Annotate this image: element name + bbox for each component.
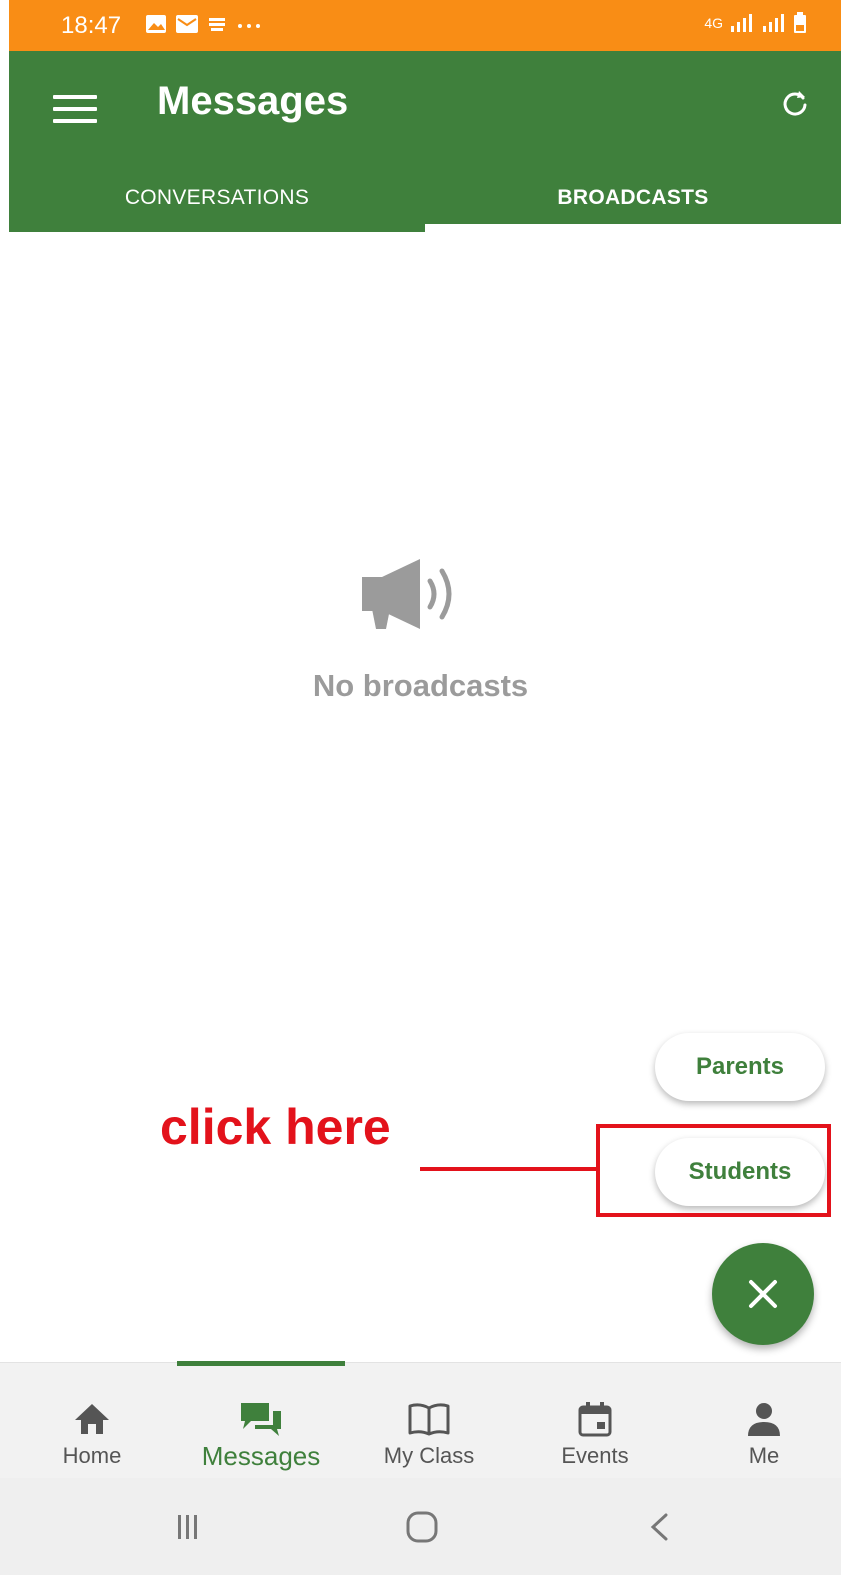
bottom-nav: Home Messages My Class Events Me [0,1361,841,1479]
annotation-line [420,1167,600,1171]
nav-item-my-class[interactable]: My Class [345,1363,513,1479]
page-title: Messages [157,79,349,123]
status-right-icons: 4G [704,12,807,34]
home-system-button[interactable] [397,1502,447,1552]
empty-state-text: No broadcasts [312,668,529,703]
gallery-mail-icon [176,15,198,33]
chat-icon [241,1403,281,1436]
tab-broadcasts[interactable]: BROADCASTS [425,163,841,232]
refresh-icon[interactable] [779,87,811,119]
home-circle-icon [406,1511,438,1543]
menu-icon[interactable] [53,95,97,125]
back-icon [650,1513,668,1541]
more-notifications-icon [238,24,260,28]
signal-icon [731,14,752,32]
recents-button[interactable] [163,1502,213,1552]
nav-label-messages: Messages [201,1441,321,1471]
recents-icon [178,1515,197,1539]
tab-bar: CONVERSATIONS BROADCASTS [9,163,841,232]
notification-icon [209,18,225,31]
annotation-text: click here [160,1099,391,1155]
nav-item-messages[interactable]: Messages [177,1363,345,1479]
signal-icon-2 [763,14,784,32]
battery-icon [794,12,806,33]
annotation-box [596,1124,831,1217]
person-icon [748,1403,780,1436]
nav-label-me: Me [748,1443,780,1468]
tab-conversations[interactable]: CONVERSATIONS [9,163,425,232]
empty-state: No broadcasts [0,555,841,704]
parents-button[interactable]: Parents [655,1033,825,1101]
book-icon [408,1403,450,1436]
nav-label-events: Events [561,1443,629,1468]
close-fab-button[interactable] [712,1243,814,1345]
calendar-icon [578,1402,612,1437]
nav-item-me[interactable]: Me [680,1363,841,1479]
home-icon [75,1404,109,1434]
app-bar: Messages CONVERSATIONS BROADCASTS [9,51,841,232]
back-button[interactable] [634,1502,684,1552]
megaphone-icon [361,559,451,629]
nav-item-events[interactable]: Events [511,1363,679,1479]
status-notification-icons [145,14,263,34]
system-nav-bar [0,1478,841,1575]
network-type: 4G [704,15,723,31]
close-icon [749,1280,777,1308]
status-bar: 18:47 4G [9,0,841,51]
gallery-icon [146,15,166,33]
status-time: 18:47 [61,12,122,39]
nav-label-home: Home [62,1443,122,1468]
nav-label-my-class: My Class [383,1443,475,1468]
nav-item-home[interactable]: Home [8,1363,176,1479]
